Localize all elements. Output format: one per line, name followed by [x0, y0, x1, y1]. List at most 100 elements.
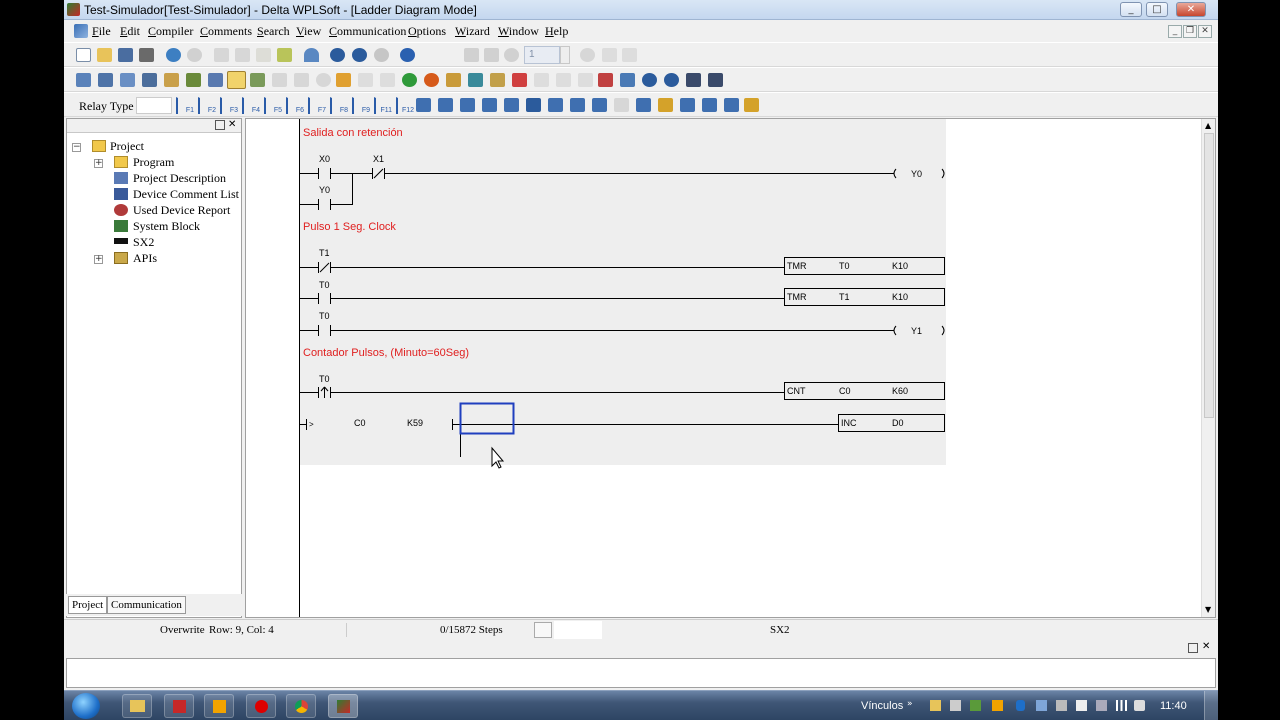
step-right-icon[interactable]	[484, 48, 499, 62]
stop-plc-icon[interactable]	[424, 73, 439, 87]
links-toolbar[interactable]: Vínculos	[861, 700, 903, 712]
page-icon[interactable]	[680, 98, 695, 112]
contact-x0[interactable]: X0	[319, 154, 330, 164]
print-icon[interactable]	[139, 48, 154, 62]
vertical-scrollbar[interactable]: ▲ ▼	[1201, 119, 1215, 617]
fkey-f2-button[interactable]: F2	[198, 97, 216, 114]
monitor-start-icon[interactable]	[272, 73, 287, 87]
open-file-icon[interactable]	[97, 48, 112, 62]
start-button[interactable]	[72, 693, 100, 719]
fkey-f3-button[interactable]: F3	[220, 97, 238, 114]
ladder-editor[interactable]: > Salida con retención Pulso 1 Seg. Cloc…	[245, 118, 1216, 618]
undo-icon[interactable]	[304, 48, 319, 62]
zoom-in-icon[interactable]	[352, 48, 367, 62]
compare-arg[interactable]: C0	[354, 418, 366, 428]
offline-icon[interactable]	[187, 48, 202, 62]
delete-line-icon[interactable]	[614, 98, 629, 112]
fkey-f8-button[interactable]: F8	[330, 97, 348, 114]
stop-icon[interactable]	[580, 48, 595, 62]
grid-icon[interactable]	[636, 98, 651, 112]
instr-op[interactable]: TMR	[787, 292, 807, 302]
tree-device-comment-list[interactable]: Device Comment List	[133, 187, 239, 202]
fkey-f1-button[interactable]: F1	[176, 97, 194, 114]
redo-icon[interactable]	[602, 48, 617, 62]
link-icon[interactable]	[512, 73, 527, 87]
run-icon[interactable]	[402, 73, 417, 87]
instr-arg[interactable]: T1	[839, 292, 850, 302]
collapse-project-icon[interactable]: −	[72, 143, 81, 152]
output-pin-icon[interactable]	[1188, 643, 1198, 653]
rising-edge-icon[interactable]	[482, 98, 497, 112]
instr-op[interactable]: CNT	[787, 386, 806, 396]
fkey-f6-button[interactable]: F6	[286, 97, 304, 114]
menu-wizard[interactable]: Wizard	[455, 24, 490, 39]
mdi-close-button[interactable]: ✕	[1198, 25, 1212, 38]
find-icon[interactable]	[330, 48, 345, 62]
tray-printer-icon[interactable]	[950, 700, 961, 711]
instr-arg[interactable]: D0	[892, 418, 904, 428]
tray-usb-icon[interactable]	[1056, 700, 1067, 711]
taskbar-opera-icon[interactable]	[246, 694, 276, 718]
tray-outlook-icon[interactable]	[992, 700, 1003, 711]
step-input[interactable]: 1	[524, 46, 560, 64]
paste-icon[interactable]	[256, 48, 271, 62]
show-desktop-button[interactable]	[1204, 691, 1218, 720]
force-off-icon[interactable]	[578, 73, 593, 87]
menu-edit[interactable]: Edit	[120, 24, 140, 39]
tree-used-device-report[interactable]: Used Device Report	[133, 203, 230, 218]
taskbar-app-red-icon[interactable]	[164, 694, 194, 718]
fkey-f7-button[interactable]: F7	[308, 97, 326, 114]
tree-program[interactable]: Program	[133, 155, 174, 170]
scroll-down-icon[interactable]: ▼	[1205, 605, 1211, 614]
comment-rung-3[interactable]: Contador Pulsos, (Minuto=60Seg)	[303, 347, 469, 359]
mdi-minimize-button[interactable]: _	[1168, 25, 1182, 38]
no-contact-icon[interactable]	[416, 98, 431, 112]
monitor-stop-icon[interactable]	[294, 73, 309, 87]
align-icon[interactable]	[708, 73, 723, 87]
mail-icon[interactable]	[658, 98, 673, 112]
edit-icon[interactable]	[164, 73, 179, 87]
menu-view[interactable]: View	[296, 24, 321, 39]
block-icon[interactable]	[724, 98, 739, 112]
tree-system-block[interactable]: System Block	[133, 219, 200, 234]
expand-apis-icon[interactable]: +	[94, 255, 103, 264]
menu-file[interactable]: File	[92, 24, 111, 39]
fkey-f11-button[interactable]: F11	[374, 97, 392, 114]
tab-communication[interactable]: Communication	[107, 596, 186, 614]
column-icon[interactable]	[702, 98, 717, 112]
zoom-out-icon[interactable]	[374, 48, 389, 62]
help-icon[interactable]	[400, 48, 415, 62]
menu-compiler[interactable]: Compiler	[148, 24, 193, 39]
contact-t0[interactable]: T0	[319, 280, 330, 290]
taskbar-outlook-icon[interactable]	[204, 694, 234, 718]
instr-arg[interactable]: K10	[892, 292, 908, 302]
coil-y1[interactable]: Y1	[911, 326, 922, 336]
contact-t1[interactable]: T1	[319, 248, 330, 258]
links-chevron-icon[interactable]: »	[907, 699, 913, 709]
panel-close-icon[interactable]: ✕	[228, 119, 236, 130]
comment-toggle-icon[interactable]	[227, 71, 246, 89]
comment-rung-1[interactable]: Salida con retención	[303, 127, 403, 139]
instr-arg[interactable]: K60	[892, 386, 908, 396]
tray-monitor-icon[interactable]	[1096, 700, 1107, 711]
coil-icon[interactable]	[460, 98, 475, 112]
taskbar-chrome-icon[interactable]	[286, 694, 316, 718]
tray-app-icon[interactable]	[970, 700, 981, 711]
step-left-icon[interactable]	[464, 48, 479, 62]
step-spinner[interactable]	[560, 46, 570, 64]
compile-icon[interactable]	[142, 73, 157, 87]
expand-program-icon[interactable]: +	[94, 159, 103, 168]
cut-icon[interactable]	[214, 48, 229, 62]
transfer-icon[interactable]	[490, 73, 505, 87]
menu-comments[interactable]: Comments	[200, 24, 252, 39]
branch-icon[interactable]	[592, 98, 607, 112]
vline-icon[interactable]	[570, 98, 585, 112]
fkey-f5-button[interactable]: F5	[264, 97, 282, 114]
falling-edge-icon[interactable]	[504, 98, 519, 112]
tree-apis[interactable]: APIs	[133, 251, 157, 266]
instr-op[interactable]: INC	[841, 418, 857, 428]
maximize-button[interactable]: □	[1146, 2, 1168, 17]
fkey-f12-button[interactable]: F12	[396, 97, 414, 114]
output-close-icon[interactable]: ✕	[1202, 641, 1210, 652]
instruction-mode-icon[interactable]	[98, 73, 113, 87]
